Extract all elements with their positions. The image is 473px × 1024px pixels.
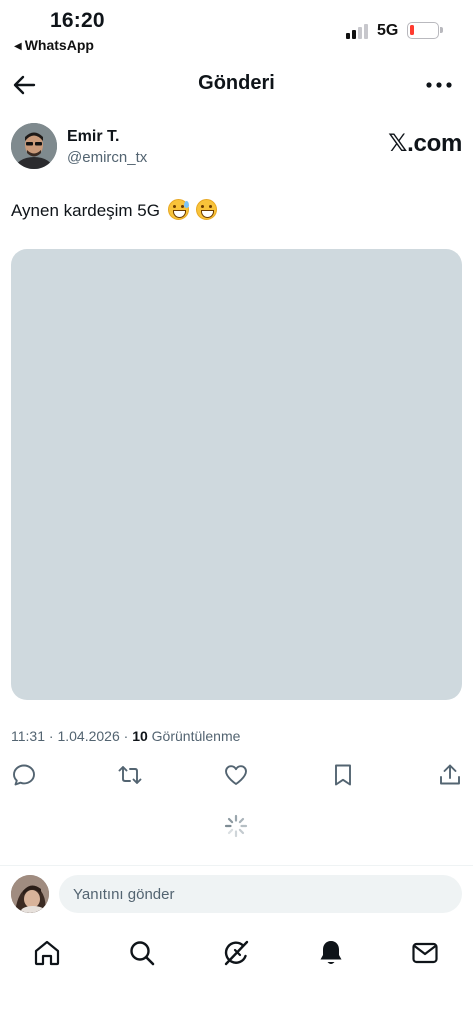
post-actions (0, 762, 473, 792)
post-text: Aynen kardeşim 5G (11, 199, 218, 221)
author-display-name[interactable]: Emir T. (67, 128, 119, 146)
share-icon (440, 764, 460, 785)
post-text-body: Aynen kardeşim 5G (11, 201, 160, 220)
tab-notifications[interactable] (316, 938, 346, 968)
tab-home[interactable] (32, 938, 62, 968)
home-icon (34, 940, 60, 966)
divider (0, 865, 473, 866)
bookmark-button[interactable] (330, 762, 356, 788)
more-options-button[interactable] (425, 70, 453, 100)
current-user-avatar[interactable] (11, 875, 49, 913)
meta-separator: · (48, 728, 54, 744)
retweet-icon (118, 766, 142, 784)
bookmark-icon (335, 764, 351, 786)
tab-grok[interactable] (221, 938, 251, 968)
views-label: Görüntülenme (151, 728, 241, 744)
like-icon (225, 765, 247, 785)
signal-strength-icon (346, 23, 370, 39)
nav-header: Gönderi (0, 60, 473, 110)
beaming-face-emoji (196, 199, 218, 220)
xcom-logo: 𝕏.com (388, 130, 462, 157)
post-time: 11:31 (11, 728, 45, 744)
tab-messages[interactable] (410, 938, 440, 968)
current-user-photo (11, 875, 49, 913)
post-media-placeholder[interactable] (11, 249, 462, 700)
reply-button[interactable] (11, 762, 37, 788)
battery-icon (407, 22, 443, 39)
reply-bar (0, 872, 473, 918)
tab-search[interactable] (127, 938, 157, 968)
network-type: 5G (377, 22, 399, 39)
page-title: Gönderi (198, 72, 275, 94)
grinning-face-with-sweat-emoji (167, 199, 189, 220)
grok-icon (224, 940, 249, 966)
search-icon (130, 941, 155, 966)
like-button[interactable] (223, 762, 249, 788)
back-app-label: WhatsApp (24, 37, 94, 53)
status-bar: 16:20 ◀ WhatsApp 5G (0, 0, 473, 60)
loading-spinner-icon (224, 814, 248, 838)
retweet-button[interactable] (117, 762, 143, 788)
meta-separator: · (123, 728, 129, 744)
more-dots-icon (426, 82, 452, 88)
status-time: 16:20 (50, 9, 105, 32)
post-meta: 11:31 · 1.04.2026 · 10 Görüntülenme (11, 728, 240, 744)
back-to-app-link[interactable]: ◀ WhatsApp (14, 37, 94, 53)
reply-input[interactable] (59, 875, 462, 913)
post-date: 1.04.2026 (57, 728, 120, 744)
notifications-icon (320, 941, 342, 964)
author-avatar[interactable] (11, 123, 57, 169)
views-count: 10 (132, 728, 148, 744)
post-author: Emir T. @emircn_tx 𝕏.com (11, 123, 462, 175)
messages-icon (412, 942, 438, 964)
avatar-photo (11, 123, 57, 169)
back-triangle-icon: ◀ (14, 41, 22, 52)
bottom-tab-bar (0, 930, 473, 980)
reply-icon (13, 764, 35, 786)
share-button[interactable] (437, 762, 463, 788)
author-handle[interactable]: @emircn_tx (67, 149, 147, 166)
